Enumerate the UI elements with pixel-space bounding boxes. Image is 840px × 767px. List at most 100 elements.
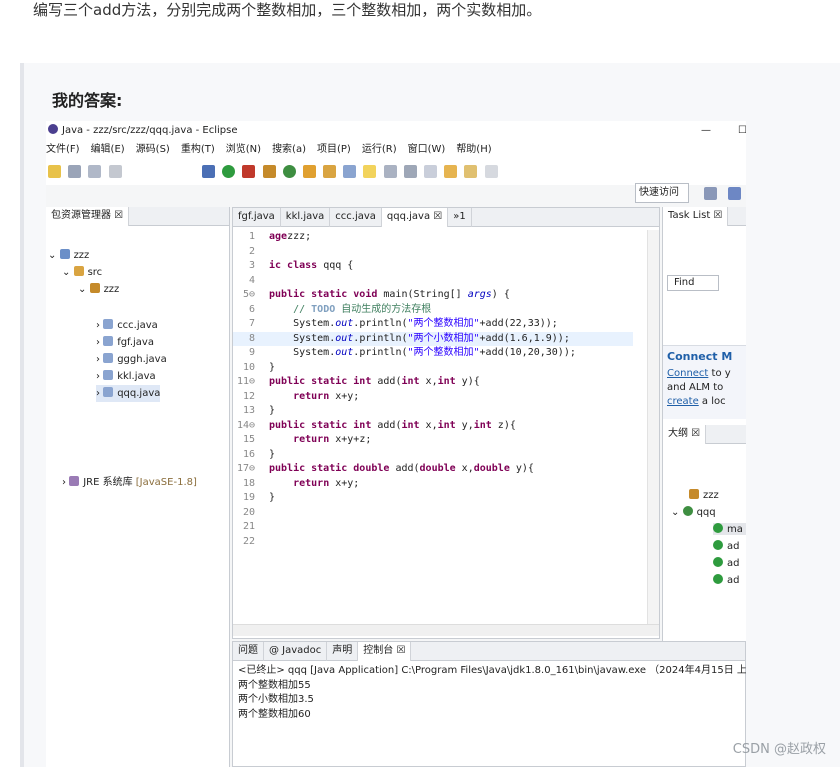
debug-icon[interactable] xyxy=(201,165,215,178)
quick-access-field[interactable]: 快速访问 xyxy=(635,183,689,203)
line-number: 7 xyxy=(248,318,255,329)
line-number: 13 xyxy=(242,405,255,416)
tab-task-list[interactable]: Task List ☒ xyxy=(663,207,729,226)
code-token: y){ xyxy=(509,463,534,474)
file-label: ccc.java xyxy=(117,320,158,331)
run-icon[interactable] xyxy=(222,165,236,178)
connect-title: Connect M xyxy=(667,350,733,363)
vertical-scrollbar[interactable] xyxy=(647,230,659,624)
tree-file-qqq[interactable]: › qqq.java xyxy=(96,385,161,402)
console-tab-1[interactable]: @ Javadoc xyxy=(264,642,328,661)
last-edit-icon[interactable] xyxy=(444,165,458,178)
java-file-icon xyxy=(103,387,114,397)
code-token: x+y; xyxy=(329,390,360,402)
tab-outline[interactable]: 大纲 ☒ xyxy=(663,425,707,444)
java-perspective-icon[interactable] xyxy=(728,187,741,200)
editor-tab-2[interactable]: ccc.java xyxy=(330,208,382,227)
code-token: } xyxy=(269,361,276,373)
tree-jre[interactable]: › JRE 系统库 [JavaSE-1.8] xyxy=(62,474,197,491)
menu-item-4[interactable]: 浏览(N) xyxy=(226,141,261,159)
line-number: 16 xyxy=(242,448,255,460)
console-output-line: 两个整数相加55 xyxy=(238,679,311,691)
tree-file-ccc[interactable]: › ccc.java xyxy=(96,317,158,334)
code-line: 14⊖ public static int add(int x,int y,int… xyxy=(233,419,633,434)
tree-file-gggh[interactable]: › gggh.java xyxy=(96,351,167,368)
next-annotation-icon[interactable] xyxy=(424,165,437,178)
console-tab-0[interactable]: 问题 xyxy=(233,642,264,661)
file-label: fgf.java xyxy=(117,337,154,348)
outline-class[interactable]: ⌄ qqq xyxy=(671,506,716,518)
code-line: 9 System.out.println("两个整数相加"+add(10,20,… xyxy=(233,346,633,361)
tab-package-explorer[interactable]: 包资源管理器 ☒ xyxy=(46,207,130,226)
tree-package[interactable]: ⌄ zzz xyxy=(78,281,119,298)
search-icon[interactable] xyxy=(323,165,337,178)
toolbar xyxy=(46,159,746,185)
editor-tab-3[interactable]: qqq.java ☒ xyxy=(381,208,449,227)
create-link[interactable]: create xyxy=(667,396,699,407)
line-number: 3 xyxy=(248,260,255,271)
save-all-icon[interactable] xyxy=(88,165,102,178)
method-icon xyxy=(713,557,723,567)
console-tab-2[interactable]: 声明 xyxy=(327,642,359,661)
open-perspective-icon[interactable] xyxy=(704,187,717,200)
code-line: 11⊖ public static int add(int x,int y){ xyxy=(233,375,633,390)
menu-bar: 文件(F) 编辑(E) 源码(S) 重构(T) 浏览(N) 搜索(a) 项目(P) 运行(R)… xyxy=(46,141,746,159)
connect-text: to y xyxy=(708,368,731,379)
block-selection-icon[interactable] xyxy=(383,165,397,178)
save-icon[interactable] xyxy=(68,165,82,178)
outline-package[interactable]: zzz xyxy=(689,489,719,501)
outline-method-3[interactable]: ad xyxy=(713,574,746,586)
editor-tab-1[interactable]: kkl.java xyxy=(281,208,331,227)
explorer-tab-row: 包资源管理器 ☒ xyxy=(46,207,229,226)
menu-item-5[interactable]: 搜索(a) xyxy=(272,141,306,159)
show-whitespace-icon[interactable] xyxy=(403,165,417,178)
tree-file-kkl[interactable]: › kkl.java xyxy=(96,368,156,385)
code-token: System. xyxy=(269,332,336,344)
tree-src[interactable]: ⌄ src xyxy=(62,264,102,281)
new-package-icon[interactable] xyxy=(262,165,276,178)
toggle-mark-icon[interactable] xyxy=(363,165,377,178)
window-title: Java - zzz/src/zzz/qqq.java - Eclipse xyxy=(62,125,238,136)
forward-icon[interactable] xyxy=(484,165,498,178)
menu-item-3[interactable]: 重构(T) xyxy=(181,141,215,159)
line-number: 12 xyxy=(242,390,255,402)
open-type-icon[interactable] xyxy=(302,165,316,178)
code-token: out xyxy=(335,318,354,329)
external-tools-icon[interactable] xyxy=(242,165,256,178)
outline-method-1[interactable]: ad xyxy=(713,540,746,552)
new-class-icon[interactable] xyxy=(282,165,296,178)
back-icon[interactable] xyxy=(464,165,478,178)
line-number: 10 xyxy=(242,361,255,373)
minimize-icon[interactable]: — xyxy=(701,121,711,141)
new-icon[interactable] xyxy=(48,165,61,178)
menu-item-1[interactable]: 编辑(E) xyxy=(91,141,125,159)
code-token: out xyxy=(335,347,354,358)
method-label: ad xyxy=(727,575,740,586)
code-token: return xyxy=(293,434,330,445)
menu-item-7[interactable]: 运行(R) xyxy=(362,141,397,159)
code-token: "两个小数相加" xyxy=(407,332,480,344)
horizontal-scrollbar[interactable] xyxy=(233,624,659,636)
menu-item-8[interactable]: 窗口(W) xyxy=(408,141,446,159)
find-field[interactable]: Find xyxy=(667,275,719,291)
file-label: gggh.java xyxy=(117,354,167,365)
menu-item-6[interactable]: 项目(P) xyxy=(317,141,351,159)
menu-item-9[interactable]: 帮助(H) xyxy=(456,141,491,159)
tree-project[interactable]: ⌄ zzz xyxy=(48,247,89,264)
console-header: <已终止> qqq [Java Application] C:\Program … xyxy=(238,665,746,676)
maximize-icon[interactable]: ☐ xyxy=(738,121,746,141)
outline-method-0[interactable]: ma xyxy=(713,523,746,535)
marker-icon[interactable] xyxy=(343,165,357,178)
connect-link[interactable]: Connect xyxy=(667,368,708,379)
outline-method-2[interactable]: ad xyxy=(713,557,746,569)
editor-tab-0[interactable]: fgf.java xyxy=(233,208,281,227)
console-tab-3[interactable]: 控制台 ☒ xyxy=(358,642,412,661)
code-token: .println( xyxy=(353,347,408,358)
editor-tab-4[interactable]: »1 xyxy=(448,208,472,227)
menu-item-0[interactable]: 文件(F) xyxy=(46,141,80,159)
method-label: ma xyxy=(727,524,743,535)
code-line: 15 return x+y+z; xyxy=(233,433,633,448)
print-icon[interactable] xyxy=(108,165,122,178)
tree-file-fgf[interactable]: › fgf.java xyxy=(96,334,154,351)
menu-item-2[interactable]: 源码(S) xyxy=(136,141,170,159)
